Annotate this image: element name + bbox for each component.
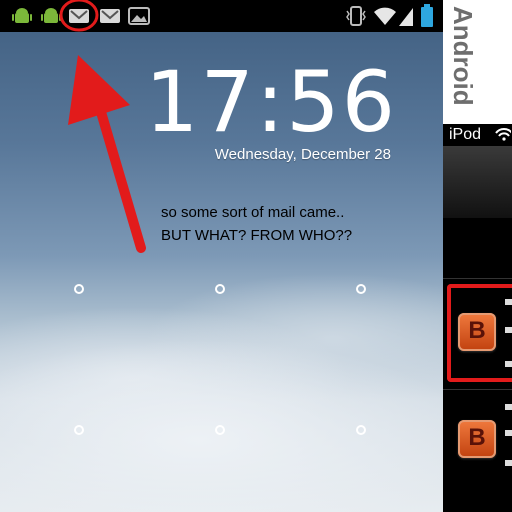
list-item bbox=[443, 218, 512, 279]
annotation-arrow bbox=[59, 0, 146, 253]
app-icon[interactable]: B bbox=[458, 420, 496, 458]
row-text bbox=[505, 404, 512, 410]
wifi-icon bbox=[495, 128, 511, 141]
side-label: Android bbox=[443, 0, 512, 124]
highlight-box bbox=[447, 284, 512, 382]
row-text bbox=[505, 430, 512, 436]
list-item[interactable]: B bbox=[443, 390, 512, 512]
ipod-carrier: iPod bbox=[449, 126, 482, 143]
ipod-nav-bar bbox=[443, 146, 512, 218]
ipod-panel: Android iPod B B bbox=[443, 0, 512, 512]
android-lockscreen: 17:56 Wednesday, December 28 so some sor… bbox=[0, 0, 443, 512]
app-icon-letter: B bbox=[468, 424, 486, 451]
ipod-status-bar: iPod bbox=[443, 124, 512, 146]
row-text bbox=[505, 460, 512, 466]
side-label-text: Android bbox=[448, 6, 478, 106]
